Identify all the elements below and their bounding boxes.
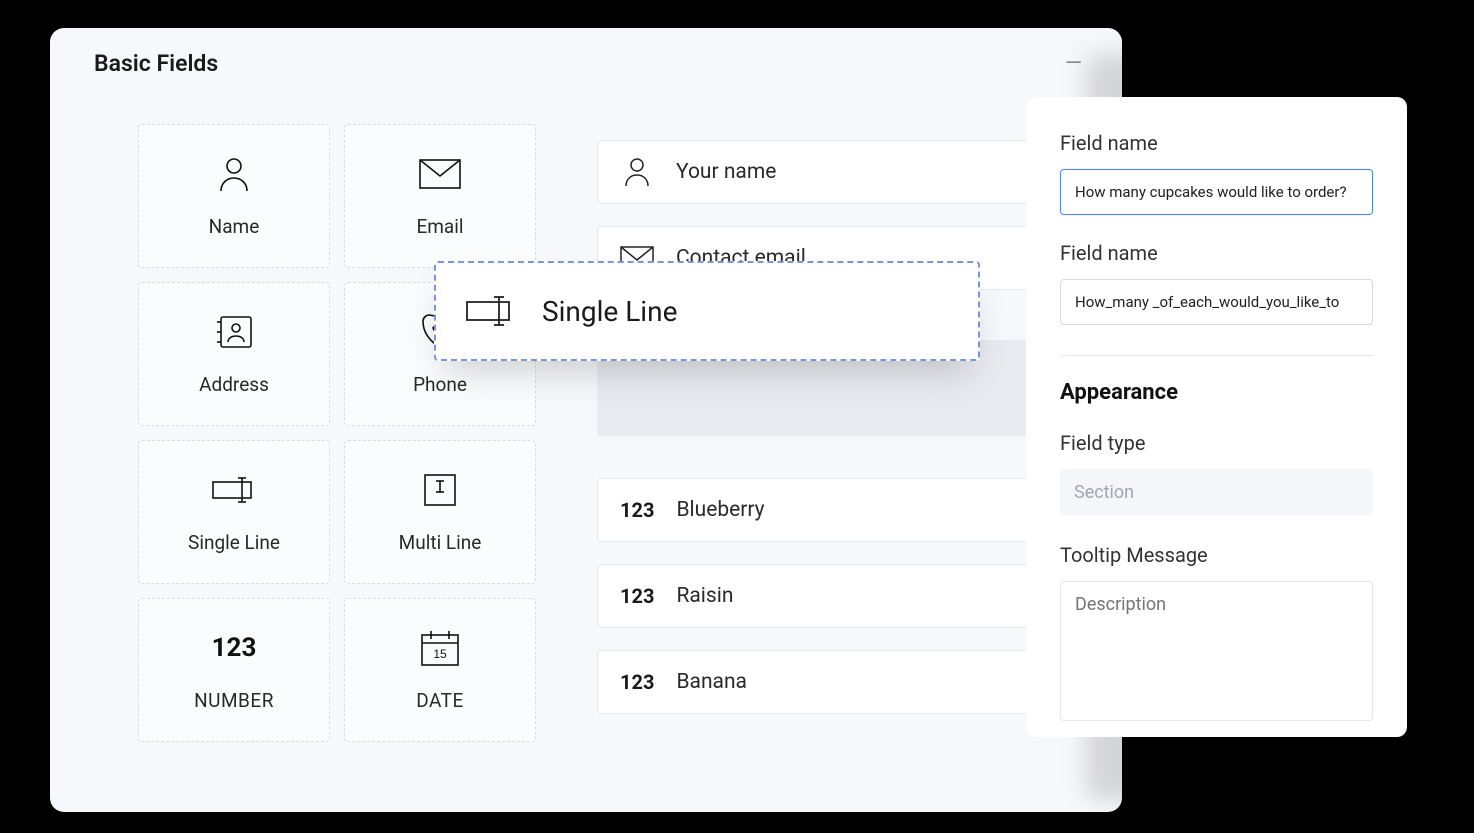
- field-palette: Name Email Address: [138, 124, 536, 742]
- field-label: Blueberry: [676, 498, 764, 522]
- number-icon: 123: [620, 670, 654, 694]
- field-type-label: Field type: [1060, 431, 1373, 455]
- dragging-label: Single Line: [542, 295, 677, 328]
- palette-header: Basic Fields —: [50, 28, 1122, 95]
- palette-title: Basic Fields: [94, 50, 218, 77]
- form-field-number[interactable]: 123 Blueberry: [597, 478, 1037, 542]
- address-book-icon: [212, 313, 256, 351]
- tile-label: Address: [199, 373, 269, 396]
- calendar-icon: 15: [418, 629, 462, 667]
- properties-panel: Field name Field name Appearance Field t…: [1026, 97, 1407, 737]
- tile-label: Email: [416, 215, 463, 238]
- field-label: Your name: [676, 160, 776, 184]
- tile-label: Single Line: [188, 531, 280, 554]
- form-builder-panel: Basic Fields — Name Email: [50, 28, 1122, 812]
- form-field-number[interactable]: 123 Raisin: [597, 564, 1037, 628]
- text-area-icon: [418, 471, 462, 509]
- tooltip-textarea[interactable]: [1060, 581, 1373, 721]
- person-icon: [620, 158, 654, 186]
- number-icon: 123: [620, 584, 654, 608]
- field-label: Raisin: [676, 584, 733, 608]
- number-icon: 123: [212, 629, 256, 667]
- field-tile-number[interactable]: 123 NUMBER: [138, 598, 330, 742]
- collapse-icon[interactable]: —: [1065, 53, 1082, 75]
- form-canvas[interactable]: Your name Contact email 123 Blueberry 12…: [597, 140, 1037, 736]
- field-type-value: Section: [1074, 482, 1134, 503]
- svg-text:15: 15: [433, 647, 447, 661]
- tile-label: NUMBER: [194, 689, 274, 712]
- field-name-input[interactable]: [1060, 169, 1373, 215]
- divider: [1060, 355, 1373, 356]
- text-field-icon: [466, 296, 514, 326]
- field-label: Banana: [676, 670, 747, 694]
- form-field-name[interactable]: Your name: [597, 140, 1037, 204]
- field-tile-address[interactable]: Address: [138, 282, 330, 426]
- field-tile-email[interactable]: Email: [344, 124, 536, 268]
- field-tile-name[interactable]: Name: [138, 124, 330, 268]
- envelope-icon: [418, 155, 462, 193]
- person-icon: [212, 155, 256, 193]
- tile-label: Multi Line: [399, 531, 482, 554]
- field-tile-date[interactable]: 15 DATE: [344, 598, 536, 742]
- tile-label: Name: [209, 215, 260, 238]
- form-field-number[interactable]: 123 Banana: [597, 650, 1037, 714]
- appearance-heading: Appearance: [1060, 380, 1373, 405]
- field-tile-single-line[interactable]: Single Line: [138, 440, 330, 584]
- tile-label: Phone: [413, 373, 467, 396]
- tooltip-label: Tooltip Message: [1060, 543, 1373, 567]
- tile-label: DATE: [416, 689, 464, 712]
- text-field-icon: [212, 471, 256, 509]
- field-type-select[interactable]: Section: [1060, 469, 1373, 515]
- number-icon: 123: [620, 498, 654, 522]
- field-tile-multi-line[interactable]: Multi Line: [344, 440, 536, 584]
- field-name-label: Field name: [1060, 131, 1373, 155]
- dragging-field-ghost[interactable]: Single Line: [434, 261, 980, 361]
- field-name-label: Field name: [1060, 241, 1373, 265]
- field-slug-input[interactable]: [1060, 279, 1373, 325]
